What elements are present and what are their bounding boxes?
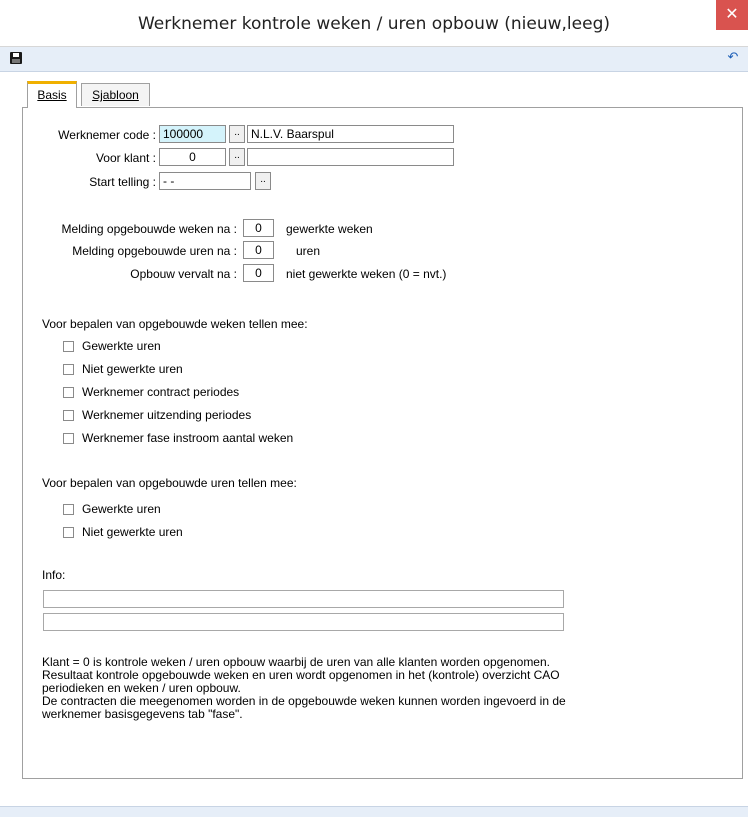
- weken-fase-instroom-label: Werknemer fase instroom aantal weken: [82, 431, 294, 445]
- melding-uren-suffix: uren: [296, 244, 321, 258]
- werknemer-name-field[interactable]: N.L.V. Baarspul: [247, 125, 454, 143]
- window-title: Werknemer kontrole weken / uren opbouw (…: [137, 14, 611, 34]
- uren-section-heading: Voor bepalen van opgebouwde uren tellen …: [42, 476, 297, 490]
- melding-weken-suffix: gewerkte weken: [286, 222, 373, 236]
- uren-niet-gewerkte-uren-label: Niet gewerkte uren: [82, 525, 183, 539]
- werknemer-code-input[interactable]: 100000: [159, 125, 226, 143]
- title-bar: Werknemer kontrole weken / uren opbouw (…: [0, 0, 748, 47]
- uren-gewerkte-uren-label: Gewerkte uren: [82, 502, 161, 516]
- weken-gewerkte-uren-checkbox[interactable]: [63, 341, 74, 352]
- weken-gewerkte-uren-label: Gewerkte uren: [82, 339, 161, 353]
- start-telling-label: Start telling :: [89, 175, 156, 189]
- werknemer-code-label: Werknemer code :: [58, 128, 156, 142]
- info-label: Info:: [42, 568, 66, 582]
- start-telling-date-button[interactable]: ..: [255, 172, 271, 190]
- status-bar: [0, 806, 748, 817]
- close-button[interactable]: ✕: [716, 0, 748, 30]
- info-line-1-input[interactable]: [43, 590, 564, 608]
- weken-section-heading: Voor bepalen van opgebouwde weken tellen…: [42, 317, 308, 331]
- opbouw-vervalt-label: Opbouw vervalt na :: [130, 267, 237, 281]
- melding-uren-label: Melding opgebouwde uren na :: [72, 244, 237, 258]
- melding-uren-input[interactable]: 0: [243, 241, 274, 259]
- voor-klant-lookup-button[interactable]: ..: [229, 148, 245, 166]
- melding-weken-label: Melding opgebouwde weken na :: [61, 222, 237, 236]
- note-line: werknemer basisgegevens tab "fase".: [42, 707, 243, 721]
- save-icon[interactable]: [10, 52, 22, 64]
- weken-contract-periodes-checkbox[interactable]: [63, 387, 74, 398]
- explanation-note: Klant = 0 is kontrole weken / uren opbou…: [42, 656, 642, 721]
- weken-fase-instroom-checkbox[interactable]: [63, 433, 74, 444]
- weken-niet-gewerkte-uren-label: Niet gewerkte uren: [82, 362, 183, 376]
- voor-klant-label: Voor klant :: [95, 151, 156, 165]
- opbouw-vervalt-input[interactable]: 0: [243, 264, 274, 282]
- werknemer-code-lookup-button[interactable]: ..: [229, 125, 245, 143]
- info-line-2-input[interactable]: [43, 613, 564, 631]
- toolbar: ↶: [0, 47, 748, 72]
- uren-niet-gewerkte-uren-checkbox[interactable]: [63, 527, 74, 538]
- melding-weken-input[interactable]: 0: [243, 219, 274, 237]
- weken-niet-gewerkte-uren-checkbox[interactable]: [63, 364, 74, 375]
- weken-uitzending-periodes-label: Werknemer uitzending periodes: [82, 408, 252, 422]
- weken-uitzending-periodes-checkbox[interactable]: [63, 410, 74, 421]
- tab-basis[interactable]: Basis: [27, 81, 77, 108]
- basis-panel: Werknemer code : 100000 .. N.L.V. Baarsp…: [22, 107, 743, 779]
- weken-contract-periodes-label: Werknemer contract periodes: [82, 385, 240, 399]
- tab-sjabloon[interactable]: Sjabloon: [81, 83, 150, 106]
- klant-name-field[interactable]: [247, 148, 454, 166]
- undo-icon[interactable]: ↶: [726, 51, 740, 65]
- voor-klant-input[interactable]: 0: [159, 148, 226, 166]
- uren-gewerkte-uren-checkbox[interactable]: [63, 504, 74, 515]
- opbouw-vervalt-suffix: niet gewerkte weken (0 = nvt.): [286, 267, 447, 281]
- start-telling-input[interactable]: - -: [159, 172, 251, 190]
